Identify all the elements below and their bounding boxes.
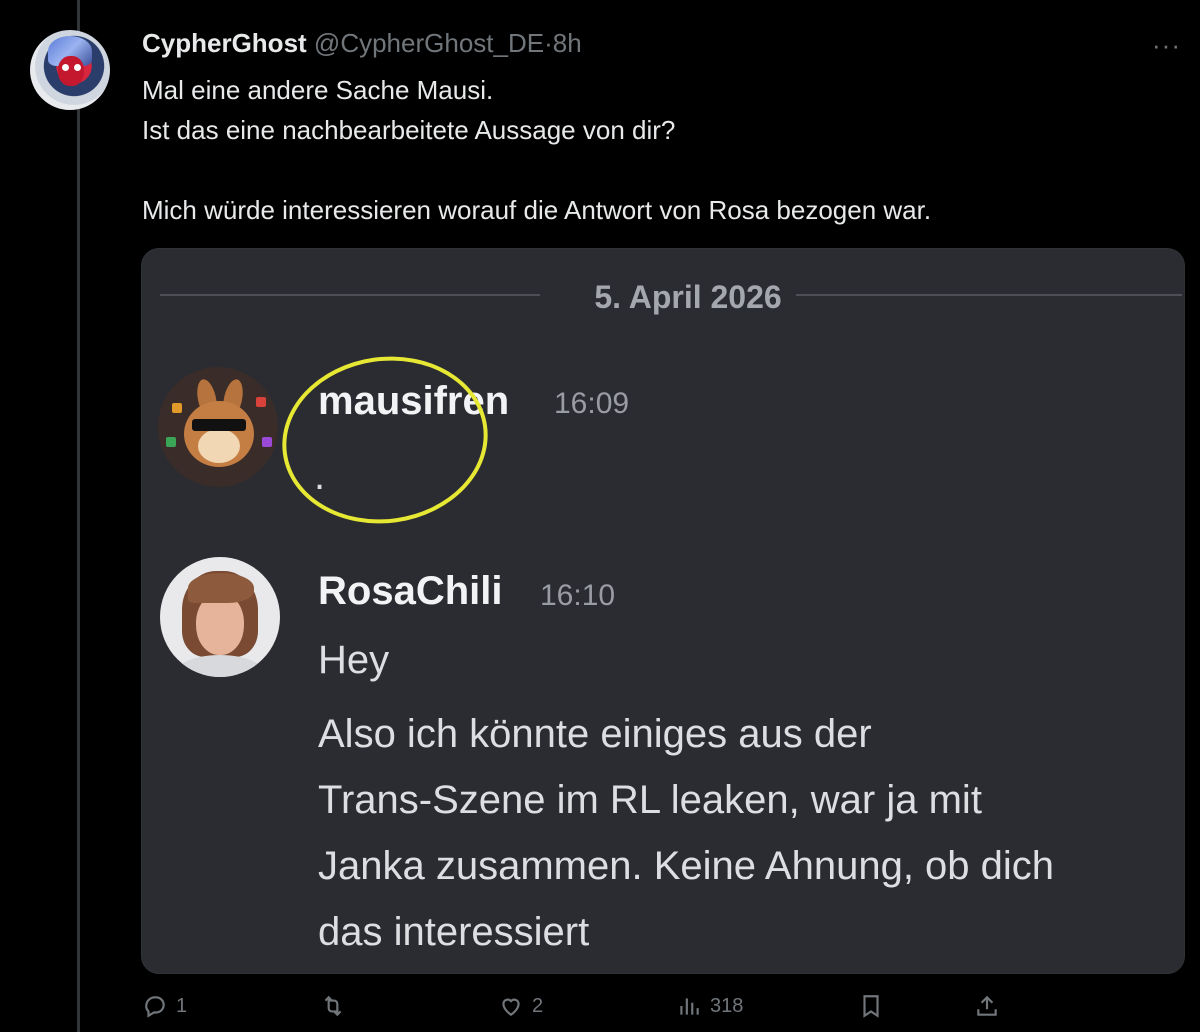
message-text: das interessiert [318, 910, 590, 954]
mausifren-avatar [158, 367, 278, 487]
more-options-icon[interactable]: ··· [1152, 30, 1181, 61]
share-button[interactable] [974, 986, 1000, 1026]
separator-dot: · [544, 28, 553, 58]
attached-screenshot[interactable]: 5. April 2026 mausifren 16:09 . RosaChil… [141, 248, 1185, 974]
avatar-eye [74, 64, 81, 71]
avatar-eye [62, 64, 69, 71]
retweet-button[interactable] [320, 986, 354, 1026]
message-text: Also ich könnte einiges aus der [318, 712, 872, 756]
tweet-line: Ist das eine nachbearbeitete Aussage von… [142, 115, 676, 145]
like-icon [502, 998, 520, 1016]
divider-line [160, 294, 540, 296]
retweet-icon [324, 995, 342, 1017]
message-text: Janka zusammen. Keine Ahnung, ob dich [318, 844, 1055, 888]
tweet-time[interactable]: 8h [553, 28, 582, 58]
author-name[interactable]: CypherGhost [142, 28, 307, 58]
message-time: 16:10 [540, 579, 616, 612]
tweet-actions: 1 2 318 [142, 986, 1192, 1026]
bookmark-icon [863, 995, 879, 1018]
views-icon [680, 998, 699, 1015]
tweet-text: Mal eine andere Sache Mausi. Ist das ein… [142, 70, 1182, 230]
reply-button[interactable]: 1 [142, 986, 187, 1026]
bookmark-button[interactable] [858, 986, 884, 1026]
message-text: Hey [318, 638, 390, 682]
like-button[interactable]: 2 [498, 986, 543, 1026]
tweet-header: CypherGhost @CypherGhost_DE·8h [142, 26, 582, 60]
tweet-line: Mich würde interessieren worauf die Antw… [142, 195, 932, 225]
message-text: Trans-Szene im RL leaken, war ja mit [318, 778, 982, 822]
message-author: RosaChili [318, 569, 503, 613]
thread-line [77, 0, 80, 1032]
views-button[interactable]: 318 [676, 986, 743, 1026]
share-icon [977, 995, 997, 1016]
author-avatar[interactable] [30, 30, 110, 110]
tweet-line: Mal eine andere Sache Mausi. [142, 75, 494, 105]
like-count: 2 [532, 994, 544, 1017]
reply-icon [145, 996, 165, 1018]
date-divider: 5. April 2026 [160, 279, 1182, 315]
views-count: 318 [710, 994, 744, 1017]
rosachili-avatar [160, 557, 280, 677]
reply-count: 1 [176, 994, 188, 1017]
message-time: 16:09 [554, 387, 630, 420]
date-label: 5. April 2026 [594, 279, 782, 315]
highlight-circle [271, 343, 499, 537]
divider-line [796, 294, 1182, 296]
avatar-face [58, 56, 84, 86]
author-handle[interactable]: @CypherGhost_DE [314, 28, 544, 58]
